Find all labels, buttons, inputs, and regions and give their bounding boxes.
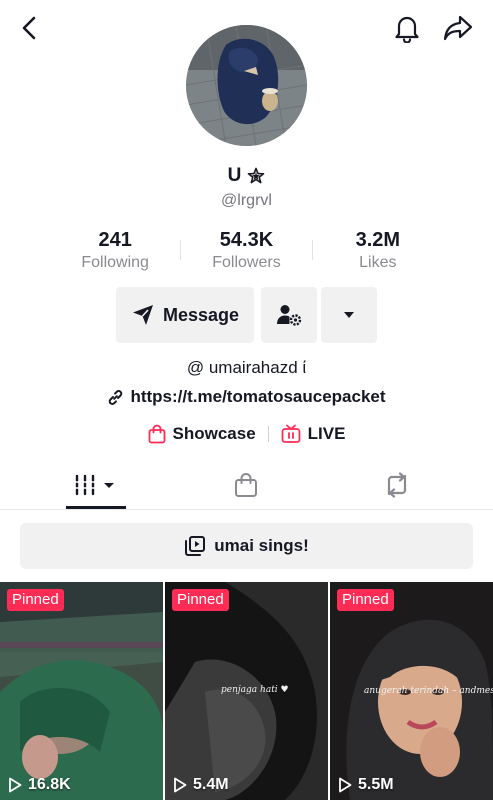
bio-text: @ umairahazd ί: [186, 358, 307, 377]
view-count-text: 16.8K: [28, 776, 71, 793]
live-button[interactable]: LIVE: [281, 424, 346, 444]
tab-reposts[interactable]: [371, 460, 423, 510]
content-tabs: [0, 460, 493, 510]
playlist-icon: [185, 536, 206, 556]
shopping-bag-icon: [148, 424, 165, 444]
playlist-button[interactable]: umai sings!: [20, 523, 473, 569]
view-count: 5.5M: [338, 776, 394, 794]
pinned-badge: Pinned: [7, 589, 64, 611]
add-friend-button[interactable]: [261, 287, 317, 343]
following-label: Following: [81, 254, 149, 271]
video-thumbnail-image: [0, 582, 163, 800]
send-icon: [132, 305, 153, 325]
tab-shop[interactable]: [220, 460, 272, 510]
likes-stat[interactable]: 3.2M Likes: [313, 228, 443, 274]
profile-stats: 241 Following 54.3K Followers 3.2M Likes: [50, 228, 443, 274]
view-count-text: 5.5M: [358, 776, 394, 793]
showcase-divider: [267, 426, 269, 442]
live-label: LIVE: [307, 424, 346, 443]
play-outline-icon: [174, 777, 187, 793]
pinned-badge: Pinned: [337, 589, 394, 611]
grid-videos-icon: [73, 474, 114, 496]
share-arrow-icon: [443, 15, 473, 41]
notifications-button[interactable]: [393, 12, 421, 44]
video-caption: anugerah terindah – andmesh: [364, 686, 493, 696]
showcase-row: Showcase LIVE: [0, 422, 493, 446]
followers-count: 54.3K: [219, 229, 274, 251]
repost-icon: [387, 472, 407, 498]
showcase-button[interactable]: Showcase: [148, 424, 256, 444]
shopping-bag-icon: [235, 473, 257, 497]
share-button[interactable]: [441, 12, 475, 44]
view-count: 5.4M: [173, 776, 229, 794]
display-name: U: [227, 165, 242, 186]
tab-videos[interactable]: [60, 460, 130, 510]
video-caption: penjaga hati ♥: [221, 685, 289, 695]
view-count: 16.8K: [8, 776, 71, 794]
person-gear-icon: [277, 305, 302, 326]
message-label: Message: [162, 304, 240, 325]
username-row: U: [0, 164, 493, 188]
bio-link-text: https://t.me/tomatosaucepacket: [130, 387, 386, 406]
avatar[interactable]: [186, 25, 307, 146]
bio-link[interactable]: https://t.me/tomatosaucepacket: [0, 386, 493, 408]
star-outline-icon: [248, 167, 265, 184]
showcase-label: Showcase: [172, 424, 256, 443]
video-thumbnail[interactable]: Pinned penjaga hati ♥ 5.4M: [165, 582, 328, 800]
link-icon: [109, 389, 123, 405]
video-thumbnail[interactable]: Pinned 16.8K: [0, 582, 163, 800]
likes-label: Likes: [359, 254, 397, 271]
following-count: 241: [98, 229, 132, 251]
followers-stat[interactable]: 54.3K Followers: [181, 228, 311, 274]
play-outline-icon: [9, 777, 22, 793]
message-button[interactable]: Message: [116, 287, 254, 343]
profile-actions: Message: [116, 287, 377, 343]
video-grid: Pinned 16.8K Pinned penjaga hati ♥ 5.4M: [0, 582, 493, 800]
caret-down-icon: [344, 312, 354, 318]
likes-count: 3.2M: [355, 229, 401, 251]
bell-icon: [395, 16, 419, 43]
followers-label: Followers: [212, 254, 281, 271]
profile-handle: @lrgrvl: [221, 192, 272, 209]
active-tab-indicator: [66, 506, 126, 509]
playlist-label: umai sings!: [214, 536, 309, 555]
live-tv-icon: [281, 424, 301, 443]
play-outline-icon: [339, 777, 352, 793]
following-stat[interactable]: 241 Following: [50, 228, 180, 274]
more-options-button[interactable]: [321, 287, 377, 343]
video-thumbnail[interactable]: Pinned anugerah terindah – andmesh 5.5M: [330, 582, 493, 800]
avatar-photo: [186, 25, 307, 146]
pinned-badge: Pinned: [172, 589, 229, 611]
view-count-text: 5.4M: [193, 776, 229, 793]
chevron-left-icon: [22, 16, 36, 40]
back-button[interactable]: [16, 14, 42, 42]
